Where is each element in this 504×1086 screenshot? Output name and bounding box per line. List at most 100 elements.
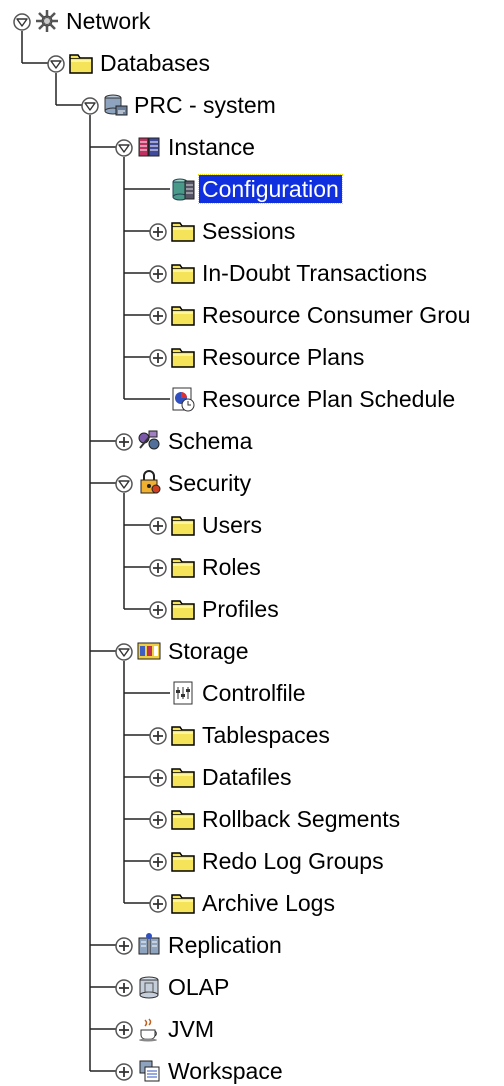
folder-icon	[170, 302, 196, 328]
controlfile-icon	[170, 680, 196, 706]
folder-icon	[68, 50, 94, 76]
node-rollback-segments[interactable]: Rollback Segments	[148, 798, 403, 840]
instance-icon	[136, 134, 162, 160]
navigator-tree: Network Databases PRC - system Instance Conf…	[0, 0, 504, 1086]
expand-toggle-icon[interactable]	[148, 725, 168, 745]
node-workspace[interactable]: Workspace	[114, 1050, 286, 1086]
folder-icon	[170, 806, 196, 832]
node-sessions[interactable]: Sessions	[148, 210, 298, 252]
node-olap[interactable]: OLAP	[114, 966, 232, 1008]
folder-icon	[170, 344, 196, 370]
node-storage[interactable]: Storage	[114, 630, 252, 672]
node-redo-log-groups[interactable]: Redo Log Groups	[148, 840, 387, 882]
database-connection-icon	[102, 92, 128, 118]
node-label[interactable]: Archive Logs	[199, 889, 338, 917]
node-label[interactable]: Profiles	[199, 595, 282, 623]
node-label[interactable]: Sessions	[199, 217, 298, 245]
folder-icon	[170, 596, 196, 622]
node-label[interactable]: Roles	[199, 553, 264, 581]
network-icon	[34, 8, 60, 34]
expand-toggle-icon[interactable]	[114, 935, 134, 955]
node-label[interactable]: Configuration	[198, 174, 343, 204]
folder-icon	[170, 218, 196, 244]
collapse-toggle-icon[interactable]	[114, 473, 134, 493]
node-label[interactable]: Databases	[97, 49, 213, 77]
node-controlfile[interactable]: Controlfile	[148, 672, 309, 714]
folder-icon	[170, 890, 196, 916]
node-roles[interactable]: Roles	[148, 546, 264, 588]
node-label[interactable]: Resource Plan Schedule	[199, 385, 458, 413]
folder-icon	[170, 848, 196, 874]
folder-icon	[170, 764, 196, 790]
node-label[interactable]: Schema	[165, 427, 255, 455]
node-configuration[interactable]: Configuration	[148, 168, 343, 210]
expand-toggle-icon[interactable]	[148, 347, 168, 367]
folder-icon	[170, 260, 196, 286]
expand-toggle-icon[interactable]	[114, 1019, 134, 1039]
node-resource-plan-schedule[interactable]: Resource Plan Schedule	[148, 378, 458, 420]
security-lock-icon	[136, 470, 162, 496]
schedule-icon	[170, 386, 196, 412]
node-resource-plans[interactable]: Resource Plans	[148, 336, 367, 378]
node-label[interactable]: Users	[199, 511, 265, 539]
node-in-doubt-transactions[interactable]: In-Doubt Transactions	[148, 252, 430, 294]
expand-toggle-icon[interactable]	[148, 557, 168, 577]
node-label[interactable]: PRC - system	[131, 91, 279, 119]
node-label[interactable]: JVM	[165, 1015, 217, 1043]
collapse-toggle-icon[interactable]	[12, 11, 32, 31]
node-label[interactable]: Resource Consumer Grou	[199, 301, 473, 329]
node-label[interactable]: In-Doubt Transactions	[199, 259, 430, 287]
node-label[interactable]: OLAP	[165, 973, 232, 1001]
jvm-icon	[136, 1016, 162, 1042]
node-schema[interactable]: Schema	[114, 420, 255, 462]
collapse-toggle-icon[interactable]	[114, 641, 134, 661]
node-profiles[interactable]: Profiles	[148, 588, 282, 630]
expand-toggle-icon[interactable]	[148, 893, 168, 913]
folder-icon	[170, 512, 196, 538]
expand-toggle-icon[interactable]	[148, 599, 168, 619]
node-label[interactable]: Resource Plans	[199, 343, 367, 371]
node-label[interactable]: Rollback Segments	[199, 805, 403, 833]
node-label[interactable]: Tablespaces	[199, 721, 333, 749]
node-label[interactable]: Controlfile	[199, 679, 309, 707]
node-label[interactable]: Security	[165, 469, 254, 497]
node-label[interactable]: Network	[63, 7, 153, 35]
node-network[interactable]: Network	[12, 0, 153, 42]
node-label[interactable]: Storage	[165, 637, 252, 665]
expand-toggle-icon[interactable]	[148, 515, 168, 535]
collapse-toggle-icon[interactable]	[80, 95, 100, 115]
expand-toggle-icon[interactable]	[148, 263, 168, 283]
storage-icon	[136, 638, 162, 664]
collapse-toggle-icon[interactable]	[114, 137, 134, 157]
expand-toggle-icon[interactable]	[114, 431, 134, 451]
collapse-toggle-icon[interactable]	[46, 53, 66, 73]
node-security[interactable]: Security	[114, 462, 254, 504]
node-replication[interactable]: Replication	[114, 924, 285, 966]
node-datafiles[interactable]: Datafiles	[148, 756, 294, 798]
workspace-icon	[136, 1058, 162, 1084]
expand-toggle-icon[interactable]	[114, 1061, 134, 1081]
expand-toggle-icon[interactable]	[148, 809, 168, 829]
node-label[interactable]: Redo Log Groups	[199, 847, 387, 875]
node-tablespaces[interactable]: Tablespaces	[148, 714, 333, 756]
schema-icon	[136, 428, 162, 454]
node-resource-consumer-groups[interactable]: Resource Consumer Grou	[148, 294, 473, 336]
node-instance[interactable]: Instance	[114, 126, 258, 168]
node-users[interactable]: Users	[148, 504, 265, 546]
expand-toggle-icon[interactable]	[148, 221, 168, 241]
expand-toggle-icon[interactable]	[148, 305, 168, 325]
node-label[interactable]: Datafiles	[199, 763, 294, 791]
node-archive-logs[interactable]: Archive Logs	[148, 882, 338, 924]
expand-toggle-icon[interactable]	[148, 767, 168, 787]
node-label[interactable]: Replication	[165, 931, 285, 959]
node-label[interactable]: Workspace	[165, 1057, 286, 1085]
node-databases[interactable]: Databases	[46, 42, 213, 84]
node-prc-system[interactable]: PRC - system	[80, 84, 279, 126]
node-jvm[interactable]: JVM	[114, 1008, 217, 1050]
replication-icon	[136, 932, 162, 958]
node-label[interactable]: Instance	[165, 133, 258, 161]
folder-icon	[170, 554, 196, 580]
expand-toggle-icon[interactable]	[148, 851, 168, 871]
expand-toggle-icon[interactable]	[114, 977, 134, 997]
folder-icon	[170, 722, 196, 748]
